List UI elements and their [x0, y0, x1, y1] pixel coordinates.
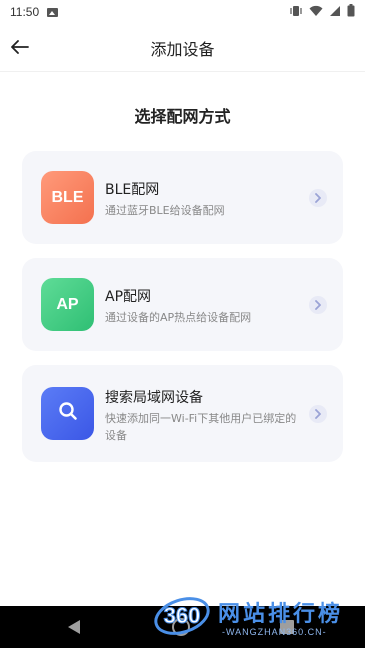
option-ble-card[interactable]: BLE BLE配网 通过蓝牙BLE给设备配网 — [22, 151, 343, 244]
status-bar: 11:50 — [0, 0, 365, 24]
ble-badge: BLE — [41, 171, 94, 224]
option-ap-card[interactable]: AP AP配网 通过设备的AP热点给设备配网 — [22, 258, 343, 351]
battery-icon — [347, 4, 355, 20]
watermark-text: 网站排行榜 — [218, 602, 344, 627]
page-title: 添加设备 — [150, 39, 215, 59]
option-lan-desc: 快速添加同一Wi-Fi下其他用户已绑定的设备 — [105, 412, 297, 442]
lan-badge — [41, 387, 94, 440]
watermark-logo-text: 360 — [164, 603, 201, 628]
ap-badge: AP — [41, 278, 94, 331]
status-time: 11:50 — [10, 5, 40, 19]
section-title: 选择配网方式 — [134, 107, 231, 126]
back-button[interactable] — [8, 36, 32, 60]
chevron-right-icon — [309, 296, 327, 314]
option-lan-title: 搜索局域网设备 — [105, 390, 203, 406]
search-icon — [58, 401, 78, 426]
option-ble-desc: 通过蓝牙BLE给设备配网 — [105, 204, 225, 217]
vibrate-icon — [289, 5, 303, 20]
image-icon — [47, 7, 59, 17]
chevron-right-icon — [309, 189, 327, 207]
app-bar: 添加设备 — [0, 24, 365, 72]
arrow-left-icon — [11, 39, 29, 58]
chevron-right-icon — [309, 405, 327, 423]
watermark-logo: 360 — [152, 588, 212, 640]
option-ap-title: AP配网 — [105, 289, 152, 305]
wifi-icon — [309, 5, 323, 20]
watermark: 360 网站排行榜 -WANGZHAN360.CN- — [152, 588, 365, 648]
option-lan-card[interactable]: 搜索局域网设备 快速添加同一Wi-Fi下其他用户已绑定的设备 — [22, 365, 343, 462]
option-ble-title: BLE配网 — [105, 182, 160, 198]
signal-icon — [329, 5, 341, 20]
option-ap-desc: 通过设备的AP热点给设备配网 — [105, 311, 252, 324]
watermark-subtext: -WANGZHAN360.CN- — [222, 627, 327, 637]
nav-back-button[interactable] — [68, 620, 80, 634]
